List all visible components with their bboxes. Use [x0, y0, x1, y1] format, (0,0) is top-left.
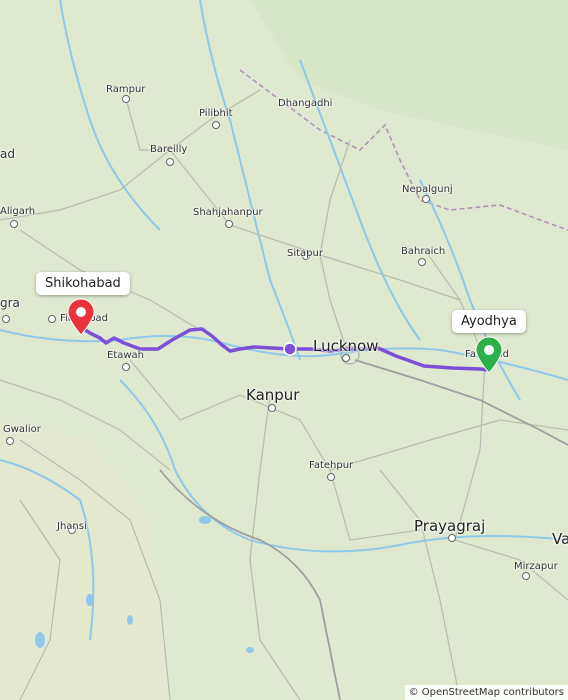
firozabad-dot: [48, 315, 56, 323]
label-bareilly: Bareilly: [150, 144, 188, 155]
gwalior-dot: [6, 437, 14, 445]
etawah-dot: [122, 363, 130, 371]
label-jhansi: Jhansi: [57, 521, 87, 532]
pilibhit-dot: [212, 121, 220, 129]
label-sitapur: Sitapur: [287, 248, 323, 259]
start-pin-icon[interactable]: [66, 298, 96, 336]
agra-dot: [2, 315, 10, 323]
bahraich-dot: [418, 258, 426, 266]
label-dhangadhi: Dhangadhi: [278, 98, 333, 109]
label-fatehpur: Fatehpur: [309, 460, 354, 471]
label-aligarh: Aligarh: [0, 206, 36, 217]
rampur-dot: [122, 95, 130, 103]
end-pin-icon[interactable]: [474, 336, 504, 374]
label-gwalior: Gwalior: [3, 424, 41, 435]
label-etawah: Etawah: [107, 350, 145, 361]
kanpur-dot: [268, 404, 276, 412]
label-varanasi-partial: Va: [552, 530, 568, 548]
label-mirzapur: Mirzapur: [514, 561, 558, 572]
label-pilibhit: Pilibhit: [199, 108, 233, 119]
aligarh-dot: [10, 220, 18, 228]
fatehpur-dot: [327, 473, 335, 481]
label-shahjahanpur: Shahjahanpur: [193, 207, 263, 218]
shahjahanpur-dot: [225, 220, 233, 228]
label-bahraich: Bahraich: [401, 246, 446, 257]
mirzapur-dot: [522, 572, 530, 580]
nepalgunj-dot: [422, 195, 430, 203]
label-lucknow: Lucknow: [313, 337, 379, 355]
bareilly-dot: [166, 158, 174, 166]
label-prayagraj: Prayagraj: [414, 517, 486, 535]
start-location-tag: Shikohabad: [36, 272, 130, 295]
lucknow-dot: [342, 354, 350, 362]
end-location-tag: Ayodhya: [452, 310, 526, 333]
map-attribution[interactable]: © OpenStreetMap contributors: [404, 685, 568, 700]
map-canvas[interactable]: Rampur Pilibhit Dhangadhi Bareilly ad Al…: [0, 0, 568, 700]
prayagraj-dot: [448, 534, 456, 542]
label-agra-partial: gra: [0, 296, 20, 310]
label-rampur: Rampur: [106, 84, 146, 95]
label-nepalgunj: Nepalgunj: [402, 184, 453, 195]
label-kanpur: Kanpur: [246, 386, 300, 404]
label-moradabad-partial: ad: [0, 147, 15, 161]
